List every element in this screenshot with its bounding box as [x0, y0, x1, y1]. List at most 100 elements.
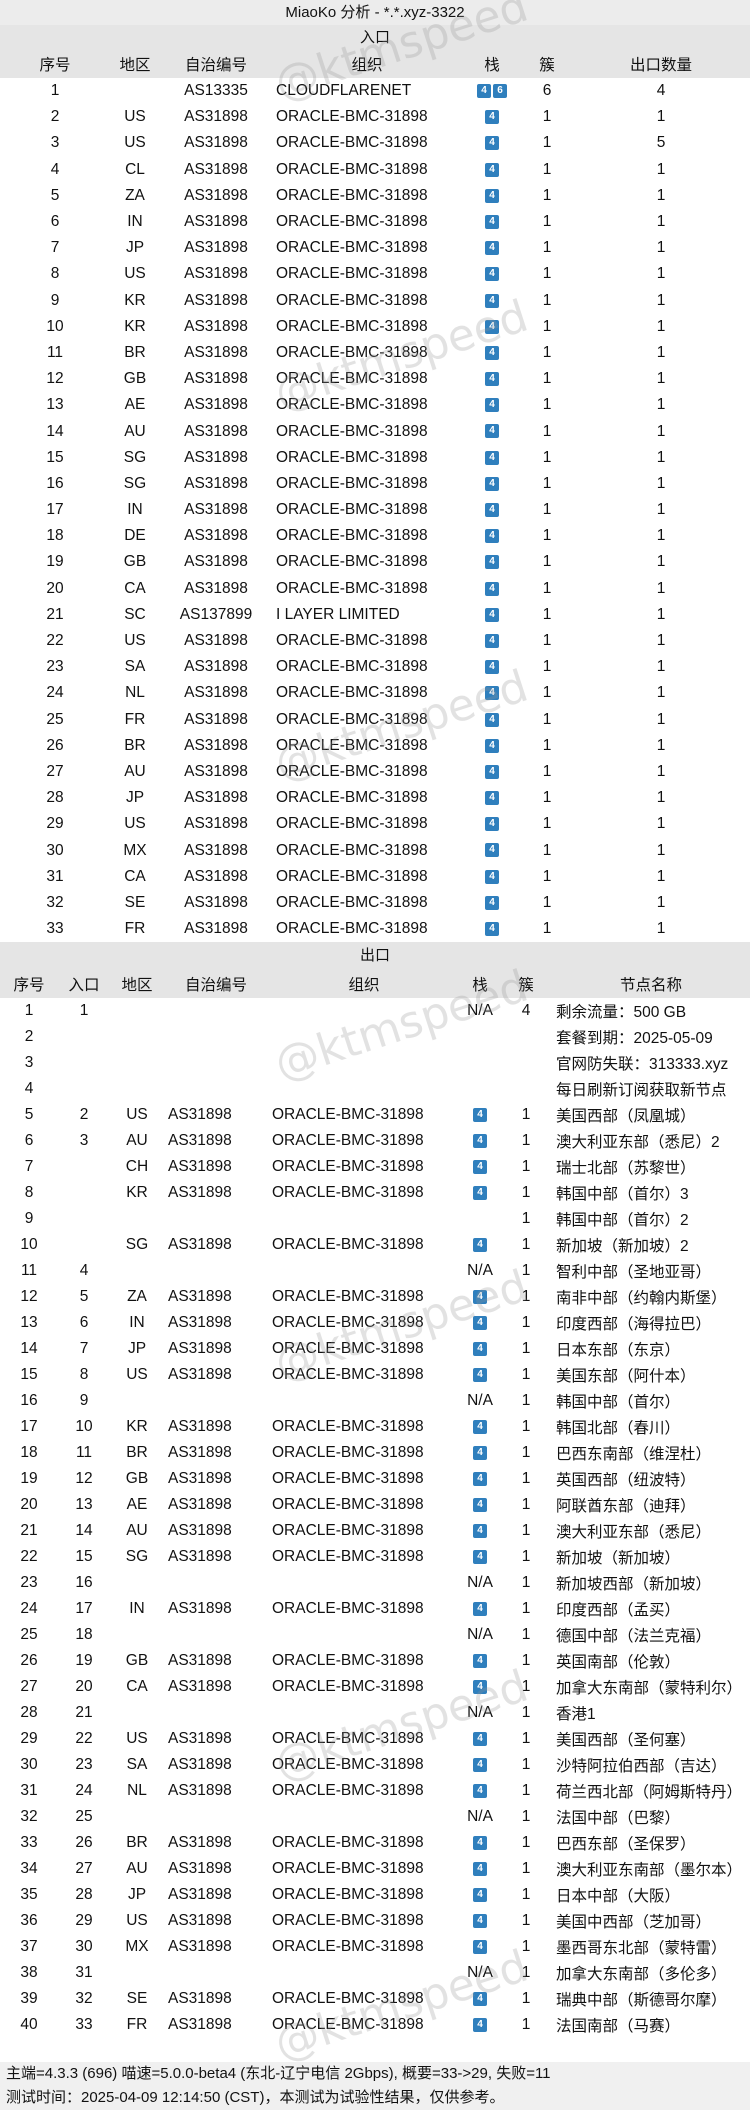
entry-cell: 31: [75, 1964, 93, 1982]
cluster-cell: 1: [521, 1860, 531, 1878]
region-cell: IN: [129, 1600, 145, 1618]
asn-cell: AS31898: [184, 893, 248, 911]
node-name-cell: 新加坡（新加坡）: [556, 1550, 681, 1568]
ip-stack-badge-icon: 4: [473, 1680, 487, 1695]
entry-cell: 2: [79, 1106, 89, 1124]
node-name-cell: 沙特阿拉伯西部（吉达）: [556, 1758, 727, 1776]
region-cell: KR: [124, 291, 146, 309]
asn-cell: AS31898: [184, 815, 248, 833]
stack-cell: 4: [460, 1886, 500, 1904]
region-cell: BR: [124, 736, 146, 754]
entry-cell: 26: [75, 1834, 93, 1852]
node-name-cell: 韩国北部（春川）: [556, 1420, 681, 1438]
table-row: 13 6 IN AS31898 ORACLE-BMC-31898 4 1 印度西部（海得拉巴）: [0, 1310, 750, 1336]
table-row: 16 SG AS31898 ORACLE-BMC-31898 4 1 1: [0, 471, 750, 497]
inbound-col-index: 序号: [39, 57, 71, 74]
org-cell: ORACLE-BMC-31898: [272, 1236, 424, 1254]
table-row: 4 CL AS31898 ORACLE-BMC-31898 4 1 1: [0, 157, 750, 183]
region-cell: US: [126, 1366, 148, 1384]
table-row: 17 10 KR AS31898 ORACLE-BMC-31898 4 1 韩国北部（春川）: [0, 1414, 750, 1440]
index-cell: 35: [20, 1886, 38, 1904]
asn-cell: AS31898: [168, 1548, 232, 1566]
index-cell: 21: [20, 1522, 38, 1540]
org-cell: ORACLE-BMC-31898: [276, 265, 428, 283]
ip-stack-badge-icon: 4: [485, 555, 499, 570]
table-row: 18 11 BR AS31898 ORACLE-BMC-31898 4 1 巴西东南部（维涅杜…: [0, 1440, 750, 1466]
exit-count-cell: 1: [656, 789, 666, 807]
table-row: 38 31 N/A 1 加拿大东南部（多伦多）: [0, 1960, 750, 1986]
org-cell: ORACLE-BMC-31898: [272, 1652, 424, 1670]
exit-count-cell: 1: [656, 605, 666, 623]
org-cell: ORACLE-BMC-31898: [276, 789, 428, 807]
table-row: 24 NL AS31898 ORACLE-BMC-31898 4 1 1: [0, 680, 750, 706]
ip-stack-badge-icon: 4: [473, 1732, 487, 1747]
asn-cell: AS31898: [184, 108, 248, 126]
cluster-cell: 1: [542, 789, 552, 807]
entry-cell: 25: [75, 1808, 93, 1826]
table-row: 15 8 US AS31898 ORACLE-BMC-31898 4 1 美国东部（阿什本）: [0, 1362, 750, 1388]
ip-stack-badge-icon: 4: [485, 581, 499, 596]
stack-cell: 4: [462, 318, 522, 336]
region-cell: BR: [124, 343, 146, 361]
org-cell: ORACLE-BMC-31898: [276, 501, 428, 519]
cluster-cell: 1: [521, 1834, 531, 1852]
index-cell: 19: [46, 553, 64, 571]
exit-count-cell: 5: [656, 134, 666, 152]
table-row: 4 每日刷新订阅获取新节点: [0, 1076, 750, 1102]
org-cell: ORACLE-BMC-31898: [276, 474, 428, 492]
node-name-cell: 韩国中部（首尔）3: [556, 1186, 689, 1204]
table-row: 10 KR AS31898 ORACLE-BMC-31898 4 1 1: [0, 314, 750, 340]
region-cell: US: [124, 632, 146, 650]
table-row: 30 MX AS31898 ORACLE-BMC-31898 4 1 1: [0, 837, 750, 863]
region-cell: CL: [125, 160, 145, 178]
entry-cell: 22: [75, 1730, 93, 1748]
ip-stack-badge-icon: 4: [485, 319, 499, 334]
region-cell: MX: [123, 841, 147, 859]
stack-cell: 4: [462, 449, 522, 467]
entry-cell: 8: [79, 1366, 89, 1384]
index-cell: 17: [20, 1418, 38, 1436]
org-cell: ORACLE-BMC-31898: [276, 291, 428, 309]
exit-count-cell: 1: [656, 867, 666, 885]
exit-count-cell: 1: [656, 658, 666, 676]
outbound-col-cluster: 簇: [518, 977, 534, 995]
asn-cell: AS31898: [168, 1236, 232, 1254]
org-cell: ORACLE-BMC-31898: [272, 1184, 424, 1202]
index-cell: 34: [20, 1860, 38, 1878]
ip-stack-badge-icon: 4: [485, 476, 499, 491]
org-cell: ORACLE-BMC-31898: [272, 1496, 424, 1514]
stack-cell: 4: [460, 1782, 500, 1800]
entry-cell: 14: [75, 1522, 93, 1540]
cluster-cell: 1: [521, 1964, 531, 1982]
index-cell: 5: [50, 186, 60, 204]
entry-cell: 21: [75, 1704, 93, 1722]
cluster-cell: 1: [542, 736, 552, 754]
stack-cell: 4: [460, 1106, 500, 1124]
outbound-table-body: 1 1 N/A 4 剩余流量：500 GB 2 套餐到期：2025-05-09 3 官网防失联：…: [0, 998, 750, 2038]
node-name-cell: 加拿大东南部（多伦多）: [556, 1966, 727, 1984]
entry-cell: 20: [75, 1678, 93, 1696]
table-row: 6 3 AU AS31898 ORACLE-BMC-31898 4 1 澳大利亚东部（悉尼）2: [0, 1128, 750, 1154]
table-row: 34 27 AU AS31898 ORACLE-BMC-31898 4 1 澳大利亚东南部（墨…: [0, 1856, 750, 1882]
region-cell: SE: [124, 893, 146, 911]
table-row: 33 26 BR AS31898 ORACLE-BMC-31898 4 1 巴西东部（圣保罗）: [0, 1830, 750, 1856]
cluster-cell: 1: [542, 710, 552, 728]
asn-cell: AS31898: [168, 1730, 232, 1748]
ip-stack-badge-icon: 4: [473, 1836, 487, 1851]
region-cell: BR: [126, 1444, 148, 1462]
cluster-cell: 1: [542, 343, 552, 361]
ip-stack-badge-icon: 4: [473, 1654, 487, 1669]
asn-cell: AS31898: [168, 1158, 232, 1176]
region-cell: JP: [127, 1886, 147, 1904]
ip-stack-badge-icon: 4: [473, 1498, 487, 1513]
table-row: 37 30 MX AS31898 ORACLE-BMC-31898 4 1 墨西哥东北部（蒙特…: [0, 1934, 750, 1960]
stack-cell: 4: [462, 763, 522, 781]
node-name-cell: 荷兰西北部（阿姆斯特丹）: [556, 1784, 743, 1802]
org-cell: ORACLE-BMC-31898: [272, 1860, 424, 1878]
region-cell: JP: [125, 239, 145, 257]
index-cell: 3: [50, 134, 60, 152]
stack-cell: 4: [460, 1730, 500, 1748]
index-cell: 28: [46, 789, 64, 807]
cluster-cell: 1: [542, 658, 552, 676]
table-row: 2 US AS31898 ORACLE-BMC-31898 4 1 1: [0, 104, 750, 130]
